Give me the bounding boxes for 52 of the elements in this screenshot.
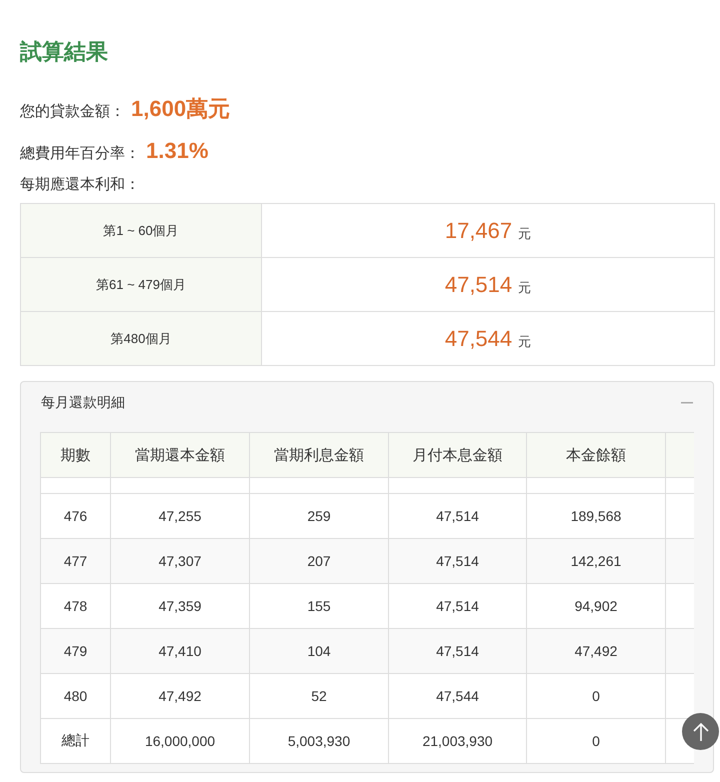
table-cell: 142,261 — [526, 538, 666, 584]
table-cell: 155 — [250, 584, 388, 628]
table-cell: 47,514 — [388, 628, 526, 674]
table-cell: 47,410 — [110, 628, 250, 674]
payment-amount: 47,544 — [444, 326, 512, 350]
table-cell: 0 — [526, 674, 666, 718]
currency-unit: 元 — [518, 226, 532, 240]
period-cell: 第1 ~ 60個月 — [20, 204, 262, 258]
table-cell: 47,514 — [388, 538, 526, 584]
column-header: 當期還本金額 — [110, 432, 250, 478]
table-cell: 47,514 — [388, 494, 526, 538]
page-title: 試算結果 — [20, 38, 109, 66]
payment-amount: 17,467 — [444, 218, 512, 242]
panel-title: 每月還款明細 — [41, 394, 125, 412]
table-cell: 259 — [250, 494, 388, 538]
table-cell: 189,568 — [526, 494, 666, 538]
column-header: 月付本息金額 — [388, 432, 526, 478]
table-cell: 94,902 — [526, 584, 666, 628]
table-cell: 104 — [250, 628, 388, 674]
currency-unit: 元 — [518, 280, 532, 294]
table-cell: 47,255 — [110, 494, 250, 538]
period-cell: 第61 ~ 479個月 — [20, 258, 262, 312]
summary-value: 1.31% — [146, 138, 208, 164]
table-cell: 52 — [250, 674, 388, 718]
table-cell: 0 — [526, 718, 666, 764]
arrow-up-icon — [692, 722, 708, 742]
payment-amount: 47,514 — [444, 272, 512, 296]
column-header: 當期利息金額 — [250, 432, 388, 478]
table-cell: 47,492 — [110, 674, 250, 718]
summary-value: 1,600萬元 — [131, 95, 230, 123]
table-cell: 5,003,930 — [250, 718, 388, 764]
table-cell: 47,514 — [388, 584, 526, 628]
table-cell: 479 — [40, 628, 110, 674]
table-cell: 478 — [40, 584, 110, 628]
currency-unit: 元 — [518, 334, 532, 348]
table-cell: 47,307 — [110, 538, 250, 584]
table-cell: 21,003,930 — [388, 718, 526, 764]
summary-label: 您的貸款金額： — [20, 102, 125, 121]
table-cell: 47,359 — [110, 584, 250, 628]
column-header: 期數 — [40, 432, 110, 478]
table-cell: 207 — [250, 538, 388, 584]
column-header: 本金餘額 — [526, 432, 666, 478]
summary-label: 總費用年百分率： — [20, 144, 140, 163]
section-label: 每期應還本利和： — [20, 175, 141, 195]
period-cell: 第480個月 — [20, 312, 262, 366]
table-cell: 480 — [40, 674, 110, 718]
table-cell: 16,000,000 — [110, 718, 250, 764]
table-cell: 476 — [40, 494, 110, 538]
table-cell: 47,492 — [526, 628, 666, 674]
table-cell: 47,544 — [388, 674, 526, 718]
table-cell: 477 — [40, 538, 110, 584]
table-cell: 總計 — [40, 718, 110, 764]
